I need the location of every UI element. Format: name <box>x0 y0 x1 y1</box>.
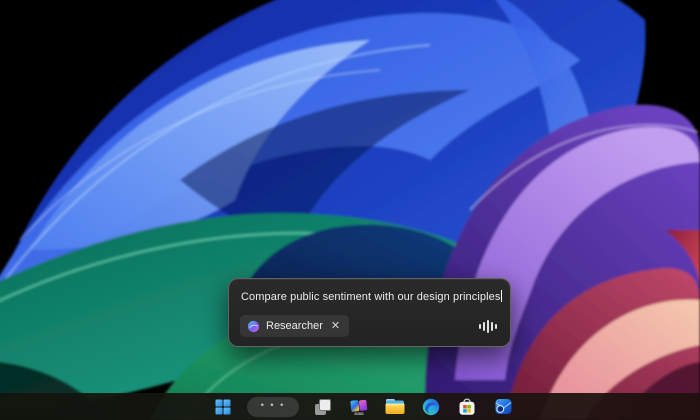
start-button[interactable] <box>211 395 235 419</box>
copilot-icon <box>247 320 260 333</box>
desktop-wallpaper <box>0 0 700 420</box>
edge-browser-icon <box>422 398 440 416</box>
task-view-front-window-icon <box>319 399 331 411</box>
m365-copilot-app[interactable]: M365 <box>347 395 371 419</box>
taskbar-icon-row: • • • <box>211 395 515 419</box>
task-view-button[interactable] <box>311 395 335 419</box>
file-explorer-app[interactable] <box>383 395 407 419</box>
edge-app[interactable] <box>419 395 443 419</box>
svg-text:M365: M365 <box>355 412 364 416</box>
chip-row: Researcher ✕ <box>240 315 349 337</box>
outlook-icon <box>494 397 513 416</box>
microsoft-store-icon <box>458 398 476 416</box>
folder-icon <box>385 398 405 415</box>
voice-waveform-icon[interactable] <box>479 319 497 333</box>
copilot-prompt-box[interactable]: Compare public sentiment with our design… <box>228 278 511 347</box>
chip-close-icon[interactable]: ✕ <box>331 321 340 332</box>
researcher-agent-chip[interactable]: Researcher ✕ <box>240 315 349 337</box>
search-box[interactable]: • • • <box>247 397 299 417</box>
text-caret <box>501 290 502 302</box>
prompt-text: Compare public sentiment with our design… <box>241 291 500 303</box>
taskbar: • • • <box>0 393 700 420</box>
m365-copilot-icon: M365 <box>349 397 369 417</box>
agent-chip-label: Researcher <box>266 320 323 332</box>
store-app[interactable] <box>455 395 479 419</box>
desktop: Compare public sentiment with our design… <box>0 0 700 420</box>
outlook-app[interactable] <box>491 395 515 419</box>
prompt-input[interactable]: Compare public sentiment with our design… <box>229 279 510 303</box>
search-dots: • • • <box>261 401 285 413</box>
windows-logo-icon <box>215 399 231 415</box>
